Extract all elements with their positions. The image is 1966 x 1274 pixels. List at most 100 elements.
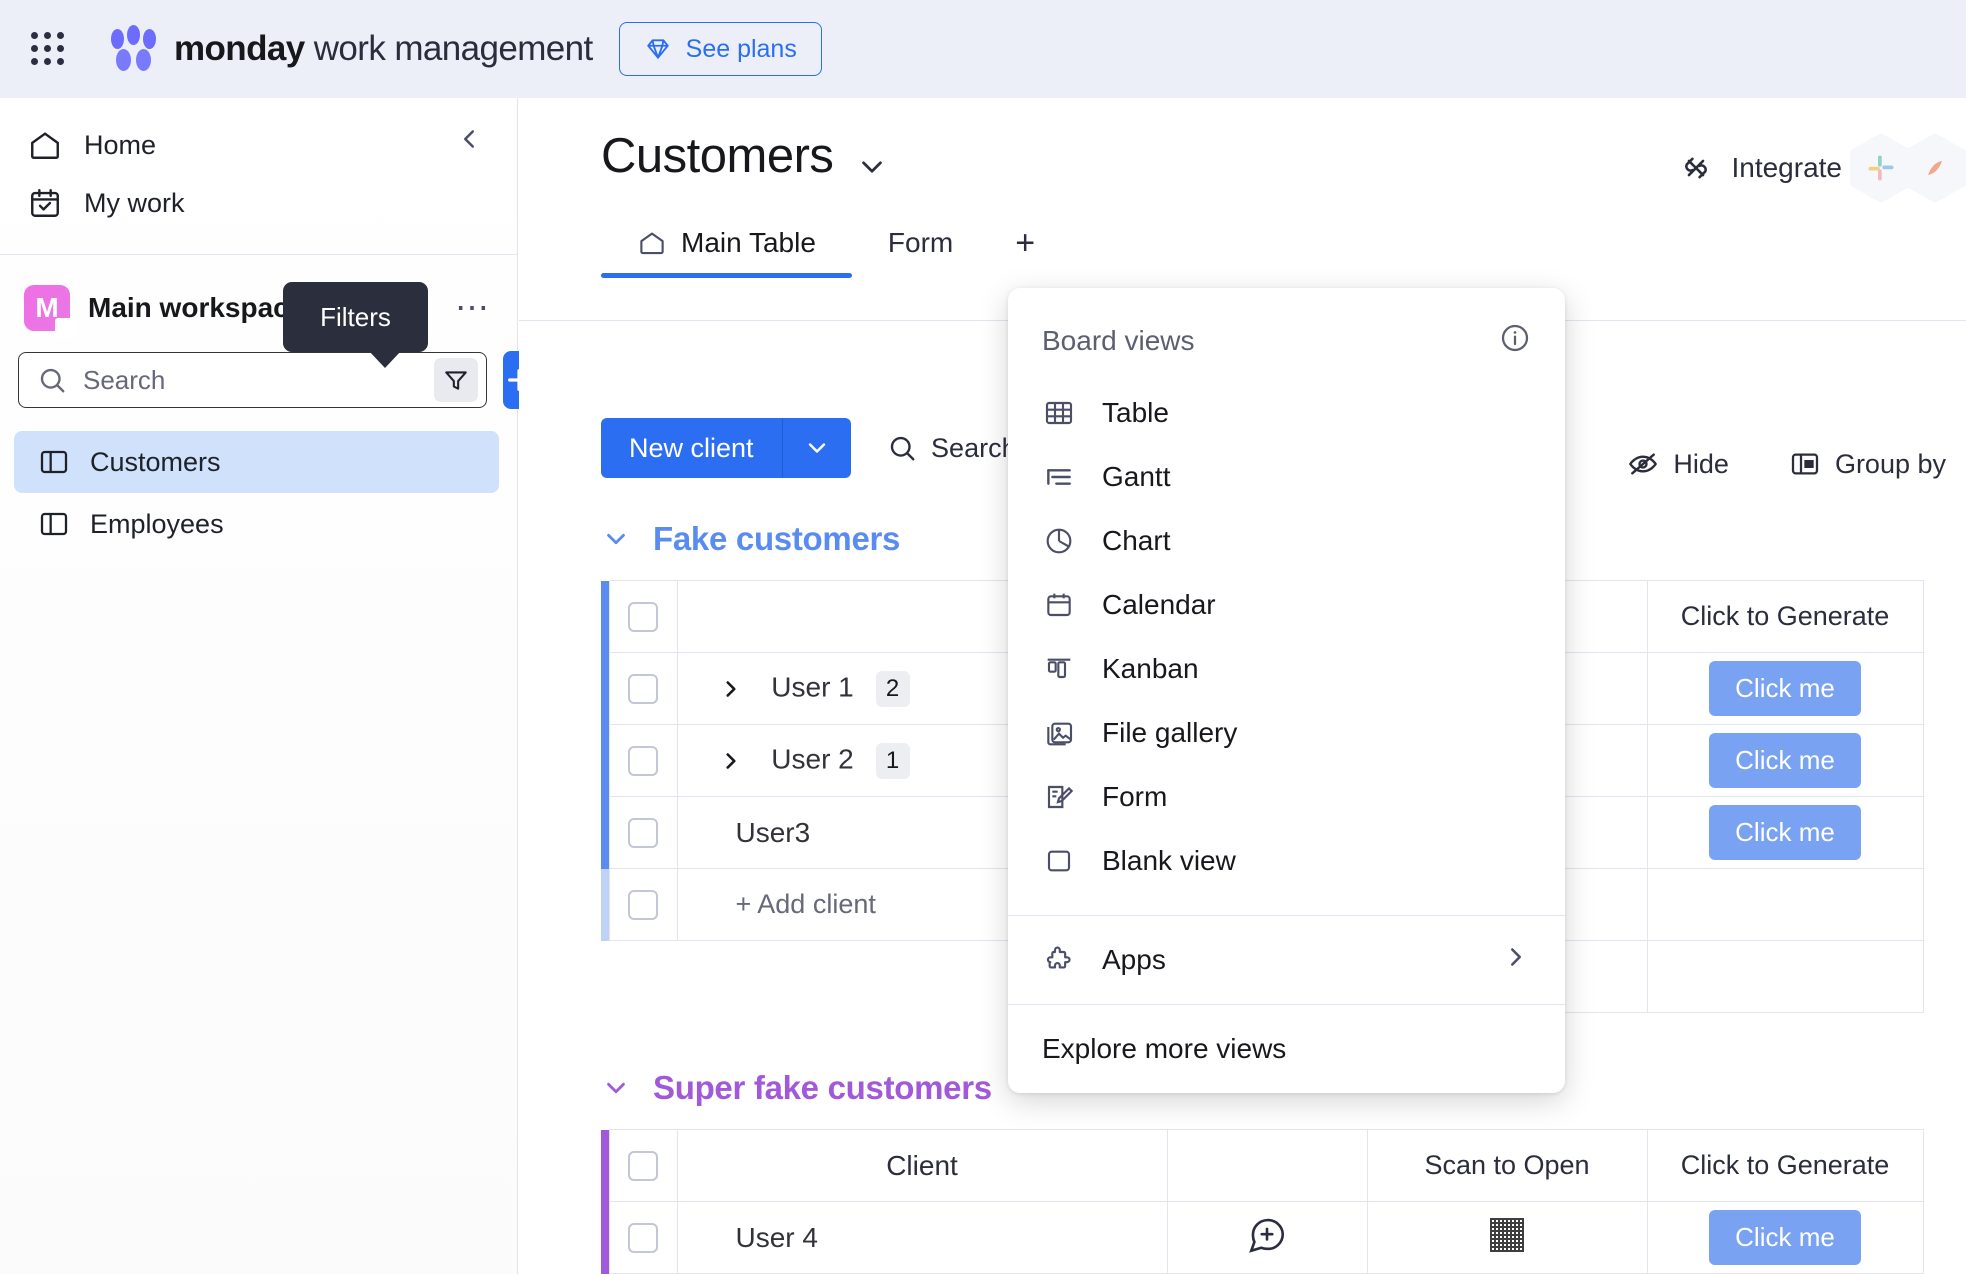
chevron-down-icon[interactable] [855, 150, 889, 184]
row-checkbox[interactable] [628, 889, 658, 920]
menu-item-chart-label: Chart [1102, 525, 1171, 556]
group-collapse-icon[interactable] [601, 524, 631, 554]
board-icon [40, 450, 68, 474]
new-client-button[interactable]: New client [601, 418, 852, 478]
cell-generate: Click me [1646, 1201, 1924, 1274]
apps-grid-icon[interactable] [26, 27, 70, 71]
board-table: Client Scan to Open Click to Generate Us… [601, 1129, 1924, 1274]
menu-item-calendar[interactable]: Calendar [1008, 573, 1565, 637]
brand-logo[interactable]: monday work management [106, 25, 593, 73]
integrate-button[interactable]: Integrate [1679, 151, 1858, 185]
group-color-bar [601, 796, 609, 869]
row-checkbox[interactable] [628, 673, 658, 704]
column-header-updates [1166, 1129, 1368, 1202]
board-views-dropdown: Board views Table Gantt Chart Calendar K… [1008, 288, 1565, 1093]
see-plans-button[interactable]: See plans [618, 22, 822, 76]
sidebar-search-box[interactable] [18, 352, 487, 408]
menu-item-apps[interactable]: Apps [1008, 916, 1565, 1004]
spacer-cell [609, 941, 677, 1013]
filters-tooltip-label: Filters [320, 301, 391, 332]
row-checkbox[interactable] [628, 1222, 658, 1253]
row-name: User 4 [735, 1221, 818, 1253]
add-update-icon [1249, 1218, 1285, 1253]
menu-item-blank-view-label: Blank view [1102, 845, 1236, 876]
group-by-icon [1791, 453, 1819, 475]
eye-off-icon [1629, 453, 1658, 475]
row-name-cell[interactable]: User 4 [676, 1201, 1168, 1274]
menu-item-table[interactable]: Table [1008, 381, 1565, 445]
search-icon [890, 436, 915, 461]
group-color-bar [601, 724, 609, 797]
hide-button[interactable]: Hide [1617, 440, 1739, 488]
sidebar-item-customers[interactable]: Customers [14, 431, 499, 493]
tab-form[interactable]: Form [852, 212, 989, 274]
menu-item-chart[interactable]: Chart [1008, 509, 1565, 573]
info-icon[interactable] [1499, 322, 1531, 359]
calendar-check-icon [31, 189, 59, 217]
tab-form-label: Form [887, 227, 954, 258]
menu-item-form[interactable]: Form [1008, 765, 1565, 829]
row-checkbox[interactable] [628, 817, 658, 848]
new-client-dropdown[interactable] [783, 418, 851, 478]
sidebar-item-my-work[interactable]: My work [0, 174, 517, 232]
explore-more-views-button[interactable]: Explore more views [1008, 1005, 1565, 1093]
table-icon [1042, 396, 1076, 430]
sidebar-filter-button[interactable] [434, 358, 478, 402]
gantt-icon [1042, 460, 1076, 494]
sidebar-item-employees[interactable]: Employees [14, 493, 499, 555]
diamond-icon [646, 39, 669, 60]
cell-scan[interactable] [1366, 1201, 1648, 1274]
row-name: User3 [735, 816, 811, 848]
board-search-label: Search [931, 432, 1017, 463]
home-badge-icon [56, 319, 76, 338]
cell-updates[interactable] [1166, 1201, 1368, 1274]
slack-icon[interactable] [1850, 133, 1912, 203]
row-name: User 2 [771, 742, 854, 774]
board-search-button[interactable]: Search [877, 425, 1027, 472]
menu-item-form-label: Form [1102, 781, 1168, 812]
sidebar-collapse-button[interactable] [442, 112, 496, 166]
click-me-button[interactable]: Click me [1709, 733, 1861, 788]
info-glyph [1501, 324, 1529, 352]
select-all-checkbox[interactable] [628, 1151, 658, 1182]
menu-item-blank-view[interactable]: Blank view [1008, 829, 1565, 893]
menu-item-file-gallery[interactable]: File gallery [1008, 701, 1565, 765]
select-all-checkbox[interactable] [628, 602, 658, 633]
table-row: User 4 Click me [601, 1201, 1924, 1274]
cell-generate: Click me [1646, 796, 1924, 869]
group-collapse-icon[interactable] [601, 1073, 631, 1103]
click-me-button[interactable]: Click me [1709, 661, 1861, 716]
group-color-bar [601, 1129, 609, 1202]
more-options-icon[interactable]: ⋯ [455, 291, 491, 325]
add-tab-button[interactable]: + [989, 212, 1061, 274]
row-select-cell [608, 652, 678, 725]
group-color-bar [601, 580, 609, 653]
chevron-right-icon [1501, 942, 1531, 979]
home-icon [640, 232, 664, 255]
group-title: Super fake customers [653, 1069, 992, 1106]
sidebar-item-employees-label: Employees [90, 508, 224, 539]
click-me-button[interactable]: Click me [1709, 1210, 1861, 1265]
explore-more-views-label: Explore more views [1042, 1033, 1287, 1064]
row-checkbox[interactable] [628, 745, 658, 776]
tab-main-table[interactable]: Main Table [601, 212, 852, 278]
column-header-generate: Click to Generate [1646, 1129, 1924, 1202]
workspace-row[interactable]: M Main workspace ⋯ [0, 255, 517, 345]
group-by-button[interactable]: Group by [1779, 440, 1956, 488]
click-me-button[interactable]: Click me [1709, 805, 1861, 860]
row-name: User 1 [771, 670, 854, 702]
menu-item-gantt[interactable]: Gantt [1008, 445, 1565, 509]
chevron-right-icon[interactable] [718, 676, 744, 702]
chevron-right-icon[interactable] [718, 748, 744, 774]
integration-avatars [1850, 133, 1966, 203]
integration-app-icon[interactable] [1904, 133, 1966, 203]
menu-item-table-label: Table [1102, 397, 1169, 428]
image-icon [1042, 716, 1076, 750]
sidebar-search-input[interactable] [83, 364, 418, 396]
filters-tooltip: Filters [283, 282, 428, 368]
top-bar: monday work management See plans [0, 0, 1966, 98]
tab-main-table-label: Main Table [681, 227, 816, 258]
app-glyph [1928, 161, 1942, 175]
sidebar-item-home[interactable]: Home [0, 116, 517, 174]
menu-item-kanban[interactable]: Kanban [1008, 637, 1565, 701]
